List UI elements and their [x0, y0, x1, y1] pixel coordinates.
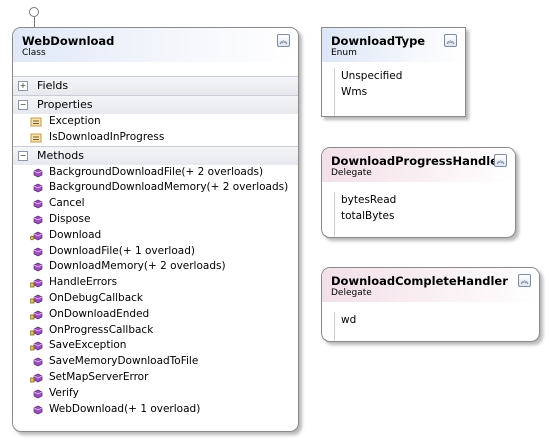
delegate-kind: Delegate — [331, 168, 372, 178]
method-item[interactable]: WebDownload(+ 1 overload) — [13, 402, 298, 418]
method-label: HandleErrors — [49, 276, 118, 289]
method-item[interactable]: DownloadFile(+ 1 overload) — [13, 244, 298, 260]
method-label: SaveMemoryDownloadToFile — [49, 355, 199, 368]
private-method-icon — [29, 326, 43, 336]
delegate-param[interactable]: totalBytes — [341, 208, 515, 224]
method-item[interactable]: OnDebugCallback — [13, 291, 298, 307]
method-item[interactable]: BackgroundDownloadMemory(+ 2 overloads) — [13, 180, 298, 196]
fields-section-header[interactable]: + Fields — [13, 76, 298, 95]
property-label: Exception — [49, 115, 101, 127]
public-method-icon — [30, 183, 43, 193]
method-label: Download — [49, 228, 102, 241]
delegate-name: DownloadCompleteHandler — [331, 274, 508, 288]
private-method-icon — [29, 341, 43, 351]
method-item[interactable]: DownloadMemory(+ 2 overloads) — [13, 259, 298, 275]
enum-values-list: Unspecified Wms — [334, 68, 465, 116]
key-method-icon — [29, 231, 43, 241]
downloadcompletehandler-header: DownloadCompleteHandler Delegate ︽ — [322, 268, 539, 302]
methods-section-label: Methods — [37, 148, 84, 162]
method-item[interactable]: Dispose — [13, 212, 298, 228]
public-method-icon — [30, 262, 43, 272]
class-name: WebDownload — [22, 34, 115, 48]
downloadcompletehandler-delegate-shape[interactable]: DownloadCompleteHandler Delegate ︽ wd — [321, 267, 540, 342]
private-method-icon — [29, 278, 43, 288]
collapse-minus-icon[interactable]: − — [18, 100, 28, 110]
properties-list: Exception IsDownloadInProgress — [13, 114, 298, 146]
method-label: DownloadMemory(+ 2 overloads) — [49, 260, 226, 273]
public-method-icon — [30, 389, 43, 399]
collapse-chevron-icon[interactable]: ︽ — [494, 154, 507, 167]
downloadprogresshandler-delegate-shape[interactable]: DownloadProgressHandler Delegate ︽ bytes… — [321, 147, 516, 238]
properties-section-label: Properties — [37, 98, 93, 111]
method-label: Cancel — [49, 197, 85, 210]
method-label: OnProgressCallback — [49, 323, 154, 336]
method-item[interactable]: Download — [13, 228, 298, 244]
method-label: WebDownload(+ 1 overload) — [49, 402, 201, 415]
public-method-icon — [30, 199, 43, 209]
delegate-kind: Delegate — [331, 288, 372, 298]
private-method-icon — [29, 294, 43, 304]
method-item[interactable]: OnProgressCallback — [13, 323, 298, 339]
method-label: DownloadFile(+ 1 overload) — [49, 244, 195, 257]
delegate-param[interactable]: wd — [341, 312, 539, 328]
method-item[interactable]: HandleErrors — [13, 275, 298, 291]
downloadtype-enum-shape[interactable]: DownloadType Enum ︽ Unspecified Wms — [321, 27, 466, 117]
method-item[interactable]: BackgroundDownloadFile(+ 2 overloads) — [13, 165, 298, 181]
public-method-icon — [30, 247, 43, 257]
collapse-chevron-icon[interactable]: ︽ — [518, 274, 531, 287]
method-label: SetMapServerError — [49, 370, 149, 383]
delegate-params-list: wd — [334, 312, 539, 341]
downloadprogresshandler-header: DownloadProgressHandler Delegate ︽ — [322, 148, 515, 182]
method-label: OnDownloadEnded — [49, 307, 150, 320]
enum-value[interactable]: Wms — [341, 84, 465, 100]
delegate-param[interactable]: bytesRead — [341, 192, 515, 208]
collapse-minus-icon[interactable]: − — [18, 150, 28, 161]
private-method-icon — [29, 310, 43, 320]
method-label: OnDebugCallback — [49, 291, 144, 304]
property-icon — [30, 133, 43, 143]
methods-list: BackgroundDownloadFile(+ 2 overloads) Bac… — [13, 165, 298, 418]
property-label: IsDownloadInProgress — [49, 130, 165, 143]
public-method-icon — [30, 357, 43, 367]
delegate-name: DownloadProgressHandler — [331, 154, 504, 168]
method-item[interactable]: SaveMemoryDownloadToFile — [13, 354, 298, 370]
method-label: Verify — [49, 386, 79, 399]
public-method-icon — [30, 215, 43, 225]
public-method-icon — [30, 405, 43, 415]
enum-value[interactable]: Unspecified — [341, 68, 465, 84]
method-item[interactable]: Cancel — [13, 196, 298, 212]
webdownload-class-shape[interactable]: WebDownload Class ︽ + Fields − Propertie… — [12, 27, 299, 432]
private-method-icon — [29, 373, 43, 383]
properties-section-header[interactable]: − Properties — [13, 95, 298, 114]
public-method-icon — [30, 168, 43, 178]
downloadtype-header: DownloadType Enum ︽ — [322, 28, 465, 62]
collapse-chevron-icon[interactable]: ︽ — [444, 34, 457, 47]
method-label: Dispose — [49, 212, 91, 225]
enum-kind: Enum — [331, 48, 357, 58]
expand-plus-icon[interactable]: + — [18, 81, 28, 91]
class-kind: Class — [22, 48, 46, 58]
collapse-chevron-icon[interactable]: ︽ — [277, 34, 290, 47]
method-item[interactable]: SaveException — [13, 338, 298, 354]
fields-section-label: Fields — [37, 79, 69, 92]
method-label: SaveException — [49, 339, 127, 352]
method-label: BackgroundDownloadFile(+ 2 overloads) — [49, 165, 264, 178]
property-item[interactable]: IsDownloadInProgress — [13, 130, 298, 146]
property-item[interactable]: Exception — [13, 114, 298, 130]
method-label: BackgroundDownloadMemory(+ 2 overloads) — [49, 181, 289, 194]
method-item[interactable]: Verify — [13, 386, 298, 402]
delegate-params-list: bytesRead totalBytes — [334, 192, 515, 237]
interface-lollipop-circle — [29, 7, 39, 17]
methods-section-header[interactable]: − Methods — [13, 145, 298, 165]
property-icon — [30, 117, 43, 127]
method-item[interactable]: OnDownloadEnded — [13, 307, 298, 323]
method-item[interactable]: SetMapServerError — [13, 370, 298, 386]
webdownload-header: WebDownload Class ︽ — [13, 28, 298, 62]
